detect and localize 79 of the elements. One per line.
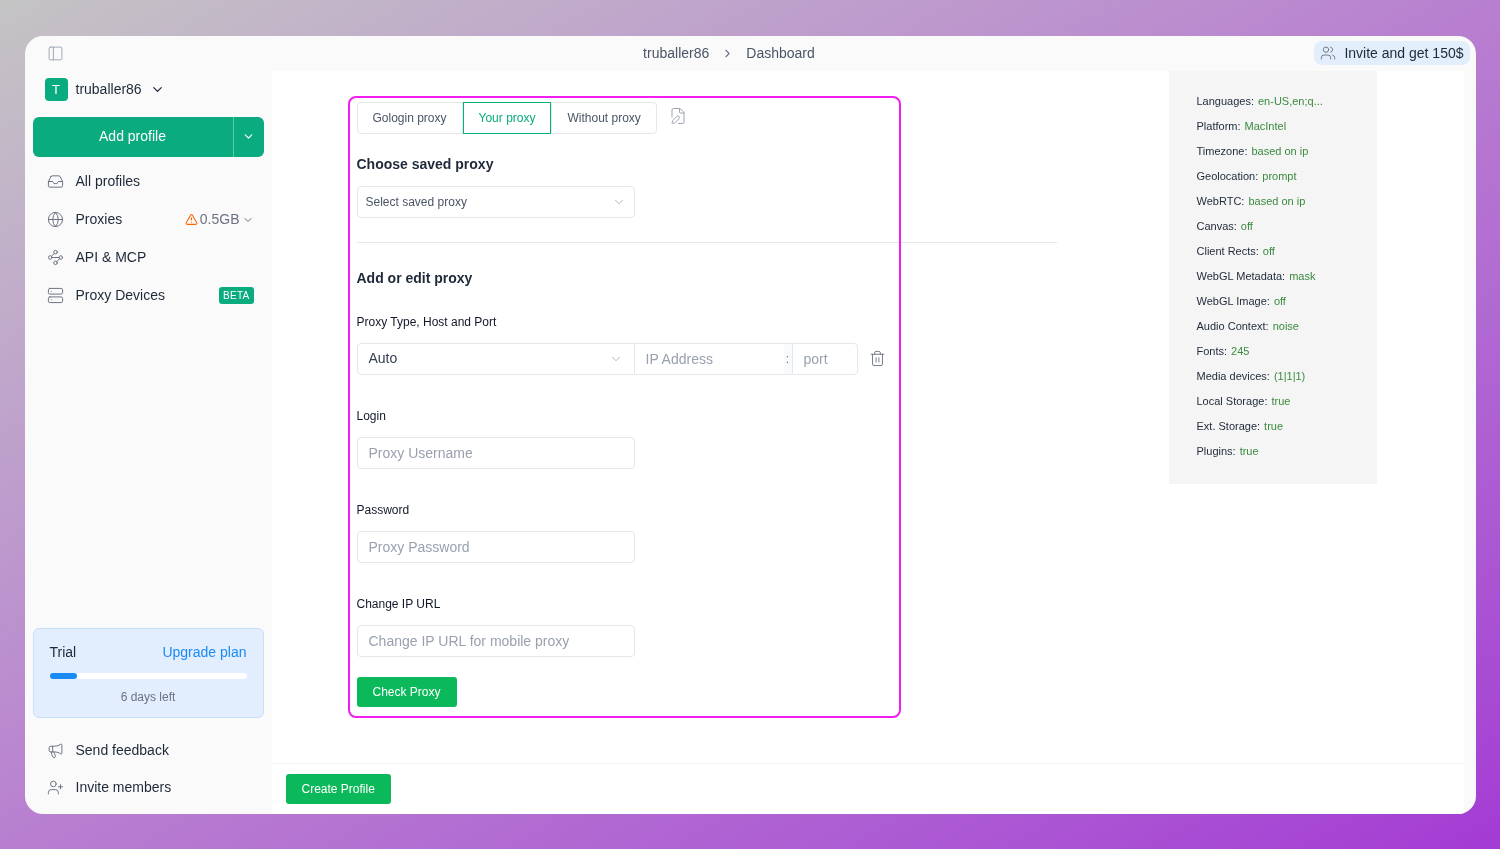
host-input[interactable]: IP Address [634, 342, 784, 375]
traffic-amount: 0.5GB [199, 210, 240, 229]
colon-separator: : [783, 342, 792, 375]
section-title: Choose saved proxy [356, 154, 495, 174]
nodes-icon [46, 249, 64, 266]
add-profile-menu-button[interactable] [232, 116, 264, 157]
fingerprint-value: based on ip [1248, 193, 1306, 209]
fingerprint-value: en-US,en;q... [1258, 93, 1323, 109]
field-label: Proxy Type, Host and Port [356, 313, 498, 331]
fingerprint-key: WebGL Image: [1196, 292, 1270, 310]
footer-label: Invite members [75, 777, 172, 797]
footer-label: Send feedback [75, 740, 169, 760]
field-label: Change IP URL [356, 595, 442, 613]
invite-button[interactable]: Invite and get 150$ [1314, 41, 1470, 65]
fingerprint-value: noise [1272, 318, 1299, 334]
text-input[interactable]: Proxy Password [356, 530, 635, 563]
field-label: Login [356, 407, 387, 425]
proxy-tab[interactable]: Without proxy [551, 101, 657, 134]
edit-note-icon[interactable] [668, 106, 687, 125]
globe-icon [46, 211, 64, 228]
warning-icon [184, 213, 198, 226]
workspace-avatar: T [44, 78, 68, 101]
fingerprint-key: WebRTC: [1196, 192, 1245, 210]
megaphone-icon [46, 741, 64, 759]
fingerprint-key: Geolocation: [1196, 167, 1259, 185]
breadcrumb-link[interactable]: truballer86 [643, 42, 710, 64]
server-icon [46, 287, 64, 304]
fingerprint-key: Languages: [1196, 92, 1254, 110]
fingerprint-value: off [1262, 243, 1275, 259]
delete-icon[interactable] [868, 350, 886, 367]
section-title: Add or edit proxy [356, 268, 474, 288]
inbox-icon [46, 173, 64, 190]
nav-label: Proxies [75, 210, 124, 229]
nav-item[interactable]: API & MCP [32, 238, 264, 277]
sidebar-toggle-icon[interactable] [46, 44, 64, 62]
fingerprint-value: mask [1289, 268, 1316, 284]
fingerprint-key: Canvas: [1196, 217, 1237, 235]
nav-item[interactable]: Proxy Devices BETA [32, 276, 264, 315]
days-left-text: 6 days left [119, 688, 177, 706]
nav-label: All profiles [75, 172, 142, 191]
footer-item[interactable]: Send feedback [32, 731, 264, 769]
breadcrumb-current: Dashboard [746, 43, 815, 63]
fingerprint-value: (1|1|1) [1273, 368, 1306, 384]
fingerprint-key: Platform: [1196, 117, 1241, 135]
port-input[interactable]: port [791, 342, 858, 375]
text-input[interactable]: Change IP URL for mobile proxy [356, 624, 635, 657]
fingerprint-key: Media devices: [1196, 367, 1270, 385]
proxy-type-select[interactable]: Auto [356, 342, 635, 375]
nav-label: Proxy Devices [75, 286, 166, 305]
fingerprint-value: based on ip [1251, 143, 1309, 159]
trial-label: Trial [49, 642, 77, 662]
fingerprint-key: Audio Context: [1196, 317, 1269, 335]
fingerprint-key: Ext. Storage: [1196, 417, 1261, 435]
beta-badge: BETA [219, 287, 254, 304]
fingerprint-value: true [1271, 393, 1291, 409]
text-input[interactable]: Proxy Username [356, 436, 635, 469]
fingerprint-key: Timezone: [1196, 142, 1248, 160]
nav-item[interactable]: Proxies 0.5GB [32, 200, 264, 239]
footer-item[interactable]: Invite members [32, 768, 264, 806]
fingerprint-value: off [1240, 218, 1253, 234]
nav-item[interactable]: All profiles [32, 162, 264, 201]
fingerprint-value: true [1239, 443, 1259, 459]
fingerprint-key: WebGL Metadata: [1196, 267, 1286, 285]
fingerprint-key: Fonts: [1196, 342, 1228, 360]
fingerprint-key: Local Storage: [1196, 392, 1268, 410]
fingerprint-key: Client Rects: [1196, 242, 1259, 260]
field-label: Password [356, 501, 411, 519]
fingerprint-key: Plugins: [1196, 442, 1236, 460]
user-plus-icon [46, 778, 64, 796]
nav-label: API & MCP [75, 248, 148, 267]
fingerprint-value: prompt [1262, 168, 1297, 184]
fingerprint-value: true [1264, 418, 1284, 434]
fingerprint-value: MacIntel [1244, 118, 1287, 134]
proxy-tab[interactable]: Gologin proxy [356, 101, 463, 134]
fingerprint-value: off [1273, 293, 1286, 309]
users-icon [1320, 45, 1337, 61]
fingerprint-value: 245 [1231, 343, 1250, 359]
saved-proxy-select[interactable]: Select saved proxy [356, 185, 635, 218]
workspace-name[interactable]: truballer86 [75, 79, 142, 100]
